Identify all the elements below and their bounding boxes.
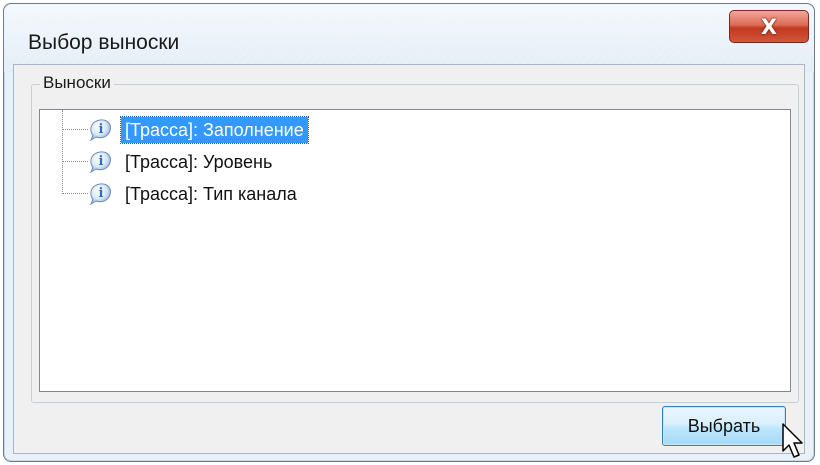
groupbox-title: Выноски: [40, 73, 114, 93]
tree-item-fill[interactable]: i [Трасса]: Заполнение: [40, 114, 540, 146]
tree-connector: [62, 161, 88, 162]
info-icon: i: [89, 151, 111, 174]
tree-item-label[interactable]: [Трасса]: Уровень: [121, 149, 276, 175]
svg-text:i: i: [99, 122, 104, 137]
window-title: Выбор выноски: [28, 31, 180, 54]
tree-connector: [62, 193, 88, 194]
callout-tree[interactable]: i [Трасса]: Заполнение i [Трасса]: Урове…: [39, 109, 791, 392]
svg-text:i: i: [99, 186, 104, 201]
tree-item-level[interactable]: i [Трасса]: Уровень: [40, 146, 540, 178]
callouts-groupbox: Выноски i [Трасса]: Заполнение i [Трасса…: [31, 73, 799, 403]
close-icon: X: [760, 14, 778, 39]
close-button[interactable]: X: [729, 10, 809, 43]
tree-item-label[interactable]: [Трасса]: Заполнение: [120, 116, 309, 144]
select-button[interactable]: Выбрать: [662, 406, 786, 446]
dialog-body: Выноски i [Трасса]: Заполнение i [Трасса…: [13, 64, 805, 454]
tree-connector: [62, 129, 88, 130]
info-icon: i: [89, 183, 111, 206]
tree-item-channel-type[interactable]: i [Трасса]: Тип канала: [40, 178, 540, 210]
tree-item-label[interactable]: [Трасса]: Тип канала: [121, 181, 301, 207]
title-bar[interactable]: Выбор выноски X: [4, 4, 814, 72]
dialog-window: Выбор выноски X Выноски i [Трасса]: Запо…: [3, 3, 815, 462]
svg-text:i: i: [99, 154, 104, 169]
info-icon: i: [89, 119, 111, 142]
mouse-pointer-icon: [782, 423, 803, 458]
